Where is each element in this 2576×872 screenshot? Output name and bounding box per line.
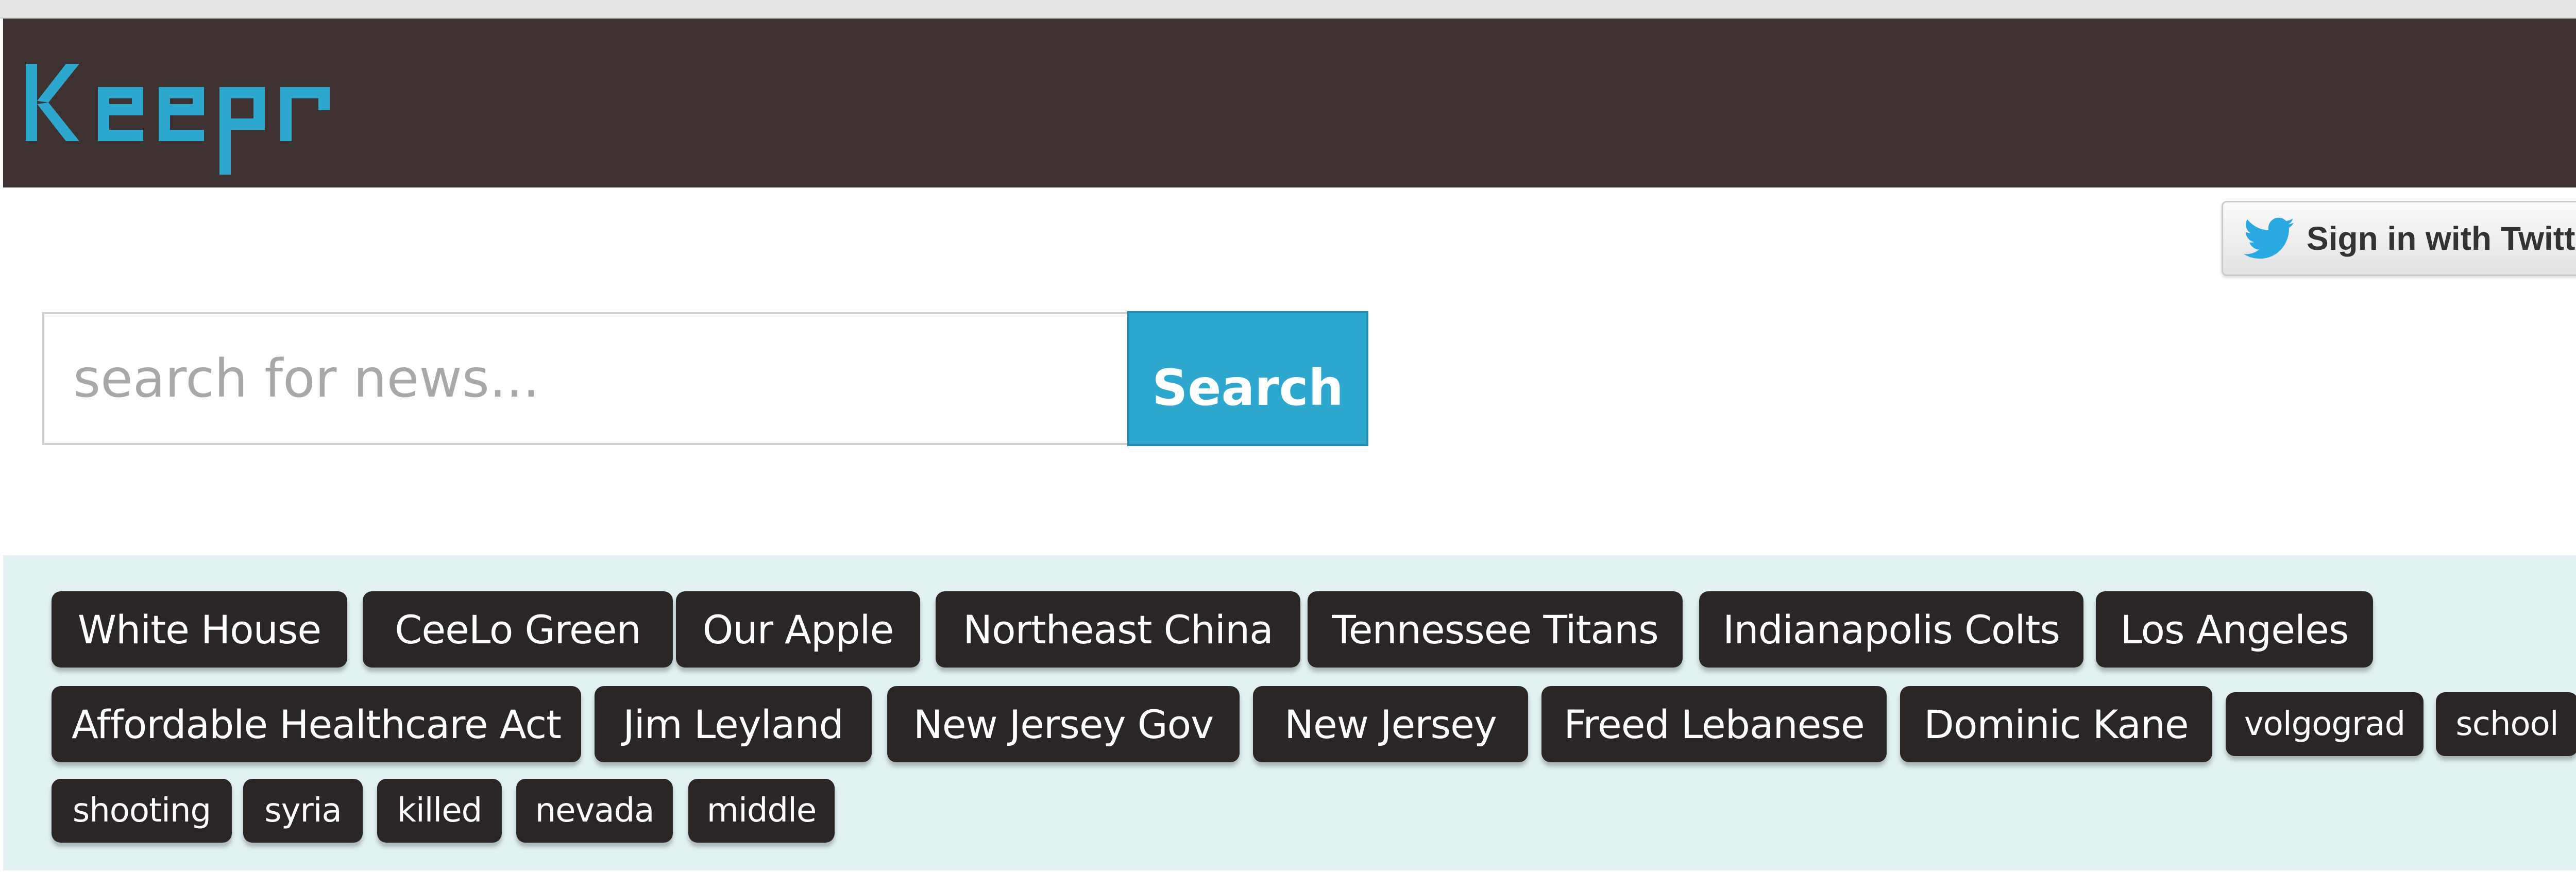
tag-tennessee-titans[interactable]: Tennessee Titans	[1308, 591, 1683, 668]
tag-los-angeles[interactable]: Los Angeles	[2096, 591, 2373, 668]
twitter-button-label: Sign in with Twitter	[2307, 220, 2576, 257]
tag-school[interactable]: school	[2436, 692, 2576, 756]
tag-middle[interactable]: middle	[688, 779, 835, 843]
tag-volgograd[interactable]: volgograd	[2226, 692, 2424, 756]
tag-new-jersey[interactable]: New Jersey	[1253, 686, 1528, 762]
browser-top-edge	[0, 0, 2576, 19]
tag-killed[interactable]: killed	[377, 779, 502, 843]
tag-northeast-china[interactable]: Northeast China	[936, 591, 1300, 668]
tag-dominic-kane[interactable]: Dominic Kane	[1900, 686, 2212, 762]
search-button[interactable]: Search	[1127, 311, 1368, 446]
tag-shooting[interactable]: shooting	[52, 779, 232, 843]
tag-white-house[interactable]: White House	[52, 591, 347, 668]
tag-jim-leyland[interactable]: Jim Leyland	[595, 686, 872, 762]
tag-ceelo-green[interactable]: CeeLo Green	[363, 591, 673, 668]
tag-indianapolis-colts[interactable]: Indianapolis Colts	[1699, 591, 2083, 668]
site-header	[3, 19, 2576, 187]
tag-freed-lebanese[interactable]: Freed Lebanese	[1541, 686, 1887, 762]
tag-nevada[interactable]: nevada	[516, 779, 673, 843]
news-search-input[interactable]	[42, 312, 1129, 445]
tag-our-apple[interactable]: Our Apple	[676, 591, 920, 668]
tag-new-jersey-gov[interactable]: New Jersey Gov	[887, 686, 1240, 762]
tag-affordable-healthcare-act[interactable]: Affordable Healthcare Act	[52, 686, 581, 762]
tag-syria[interactable]: syria	[243, 779, 363, 843]
sign-in-with-twitter-button[interactable]: Sign in with Twitter	[2222, 201, 2576, 276]
trending-tags-panel: White House CeeLo Green Our Apple Northe…	[3, 555, 2576, 870]
keepr-logo[interactable]	[26, 38, 355, 177]
twitter-bird-icon	[2244, 217, 2295, 259]
